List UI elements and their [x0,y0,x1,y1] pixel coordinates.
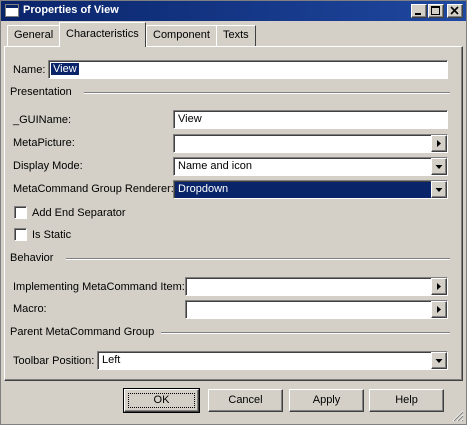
renderer-label: MetaCommand Group Renderer: [13,183,174,195]
apply-button[interactable]: Apply [289,389,364,412]
macro-browse-button[interactable] [431,301,447,318]
renderer-dropdown-button[interactable] [431,181,447,198]
focus-rect [128,393,195,408]
ok-button[interactable]: OK [123,388,200,413]
display-mode-dropdown-button[interactable] [431,158,447,175]
properties-window: Properties of View General Characteristi… [0,0,467,425]
parent-group-header: Parent MetaCommand Group [10,326,155,338]
minimize-icon [415,13,421,15]
triangle-right-icon [437,140,441,147]
implementing-item-label: Implementing MetaCommand Item: [13,281,185,293]
presentation-divider [84,92,450,94]
macro-label: Macro: [13,303,47,315]
implementing-item-browse-button[interactable] [431,278,447,295]
renderer-value: Dropdown [178,183,229,195]
close-icon [450,6,459,15]
name-value: View [51,63,79,75]
help-button-label: Help [395,394,418,406]
title-bar[interactable]: Properties of View [1,1,466,21]
help-button[interactable]: Help [369,389,444,412]
implementing-item-field[interactable] [185,277,448,296]
apply-button-label: Apply [312,394,341,406]
metapicture-field[interactable] [173,134,448,153]
behavior-divider [66,258,450,260]
metapicture-label: MetaPicture: [13,137,75,149]
toolbar-position-value: Left [102,354,121,366]
resize-grip-icon[interactable] [452,410,464,422]
maximize-icon [431,6,440,15]
add-end-separator-checkbox[interactable] [14,206,27,219]
toolbar-position-label: Toolbar Position: [13,355,95,367]
tab-general[interactable]: General [7,25,61,46]
behavior-header: Behavior [10,252,54,264]
renderer-select[interactable]: Dropdown [173,180,448,199]
chevron-down-icon [435,165,443,169]
macro-field[interactable] [185,300,448,319]
toolbar-position-select[interactable]: Left [97,351,448,370]
parent-group-divider [161,332,450,334]
is-static-checkbox[interactable] [14,228,27,241]
minimize-button[interactable] [411,4,427,18]
cancel-button-label: Cancel [228,394,263,406]
chevron-down-icon [435,188,443,192]
presentation-header: Presentation [10,86,72,98]
name-field[interactable]: View [48,60,448,79]
tab-texts[interactable]: Texts [216,25,256,46]
name-label: Name: [13,64,46,76]
display-mode-value: Name and icon [178,160,252,172]
window-title: Properties of View [23,4,119,16]
is-static-label: Is Static [32,229,72,241]
triangle-right-icon [437,283,441,290]
metapicture-browse-button[interactable] [431,135,447,152]
guiname-label: _GUIName: [13,114,72,126]
toolbar-position-dropdown-button[interactable] [431,352,447,369]
window-icon [5,4,19,17]
guiname-field[interactable]: View [173,110,448,129]
display-mode-select[interactable]: Name and icon [173,157,448,176]
add-end-separator-label: Add End Separator [32,207,126,219]
display-mode-label: Display Mode: [13,160,83,172]
tab-characteristics[interactable]: Characteristics [59,22,146,47]
maximize-button[interactable] [428,4,444,18]
guiname-value: View [178,113,202,125]
close-button[interactable] [447,4,463,18]
triangle-right-icon [437,306,441,313]
cancel-button[interactable]: Cancel [208,389,283,412]
chevron-down-icon [435,359,443,363]
tab-component[interactable]: Component [146,25,217,46]
